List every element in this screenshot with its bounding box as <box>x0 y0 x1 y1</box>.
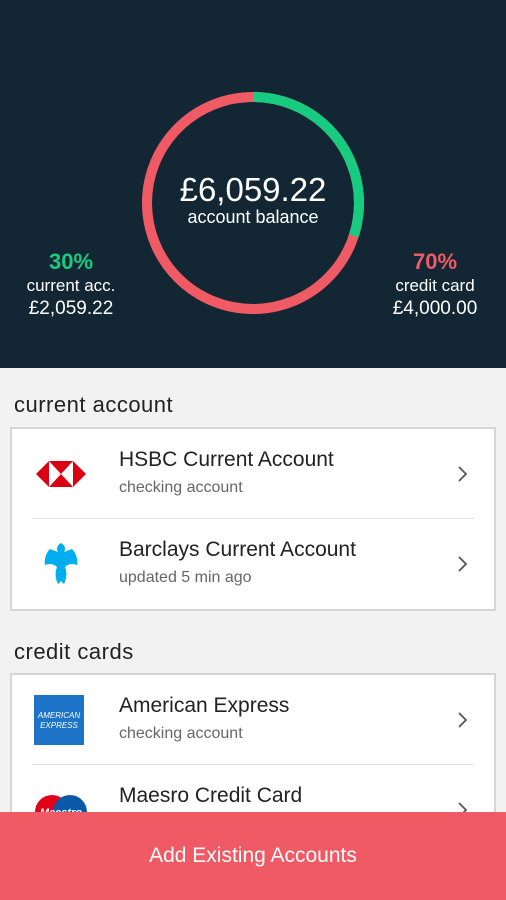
credit-card-percent: 70% <box>412 249 458 274</box>
current-account-stat: 30% current acc. £2,059.22 <box>12 249 130 321</box>
add-existing-accounts-button[interactable]: Add Existing Accounts <box>0 812 506 900</box>
account-title: HSBC Current Account <box>119 448 334 471</box>
current-account-percent: 30% <box>48 249 94 274</box>
current-account-list: HSBC Current Account checking account Ba… <box>10 427 496 611</box>
account-subtitle: checking account <box>119 725 243 742</box>
svg-text:EXPRESS: EXPRESS <box>40 721 78 730</box>
credit-card-stat: 70% credit card £4,000.00 <box>376 249 494 321</box>
chevron-right-icon <box>458 556 468 572</box>
current-account-label: current acc. <box>26 276 116 295</box>
amex-logo-icon: AMERICAN EXPRESS <box>34 695 84 745</box>
chevron-right-icon <box>458 712 468 728</box>
account-row-hsbc[interactable]: HSBC Current Account checking account <box>12 429 494 519</box>
account-title: Barclays Current Account <box>119 538 356 561</box>
hsbc-logo-icon <box>36 461 86 487</box>
balance-summary: £6,059.22 account balance 30% current ac… <box>0 0 506 368</box>
chevron-right-icon <box>458 466 468 482</box>
barclays-eagle-icon <box>44 543 78 584</box>
account-title: American Express <box>119 694 290 717</box>
total-balance-label: account balance <box>187 207 319 227</box>
current-account-amount: £2,059.22 <box>28 298 114 319</box>
section-title-current-account: current account <box>14 392 174 417</box>
account-subtitle: checking account <box>119 479 243 496</box>
account-title: Maesro Credit Card <box>119 784 303 807</box>
section-title-credit-cards: credit cards <box>14 639 134 664</box>
account-row-barclays[interactable]: Barclays Current Account updated 5 min a… <box>12 519 494 609</box>
credit-card-label: credit card <box>395 276 475 295</box>
total-balance: £6,059.22 <box>179 171 327 208</box>
credit-card-amount: £4,000.00 <box>392 298 478 319</box>
credit-card-list: AMERICAN EXPRESS American Express checki… <box>10 673 496 823</box>
account-row-amex[interactable]: AMERICAN EXPRESS American Express checki… <box>12 675 494 765</box>
svg-text:AMERICAN: AMERICAN <box>37 711 80 720</box>
account-subtitle: updated 5 min ago <box>119 569 252 586</box>
